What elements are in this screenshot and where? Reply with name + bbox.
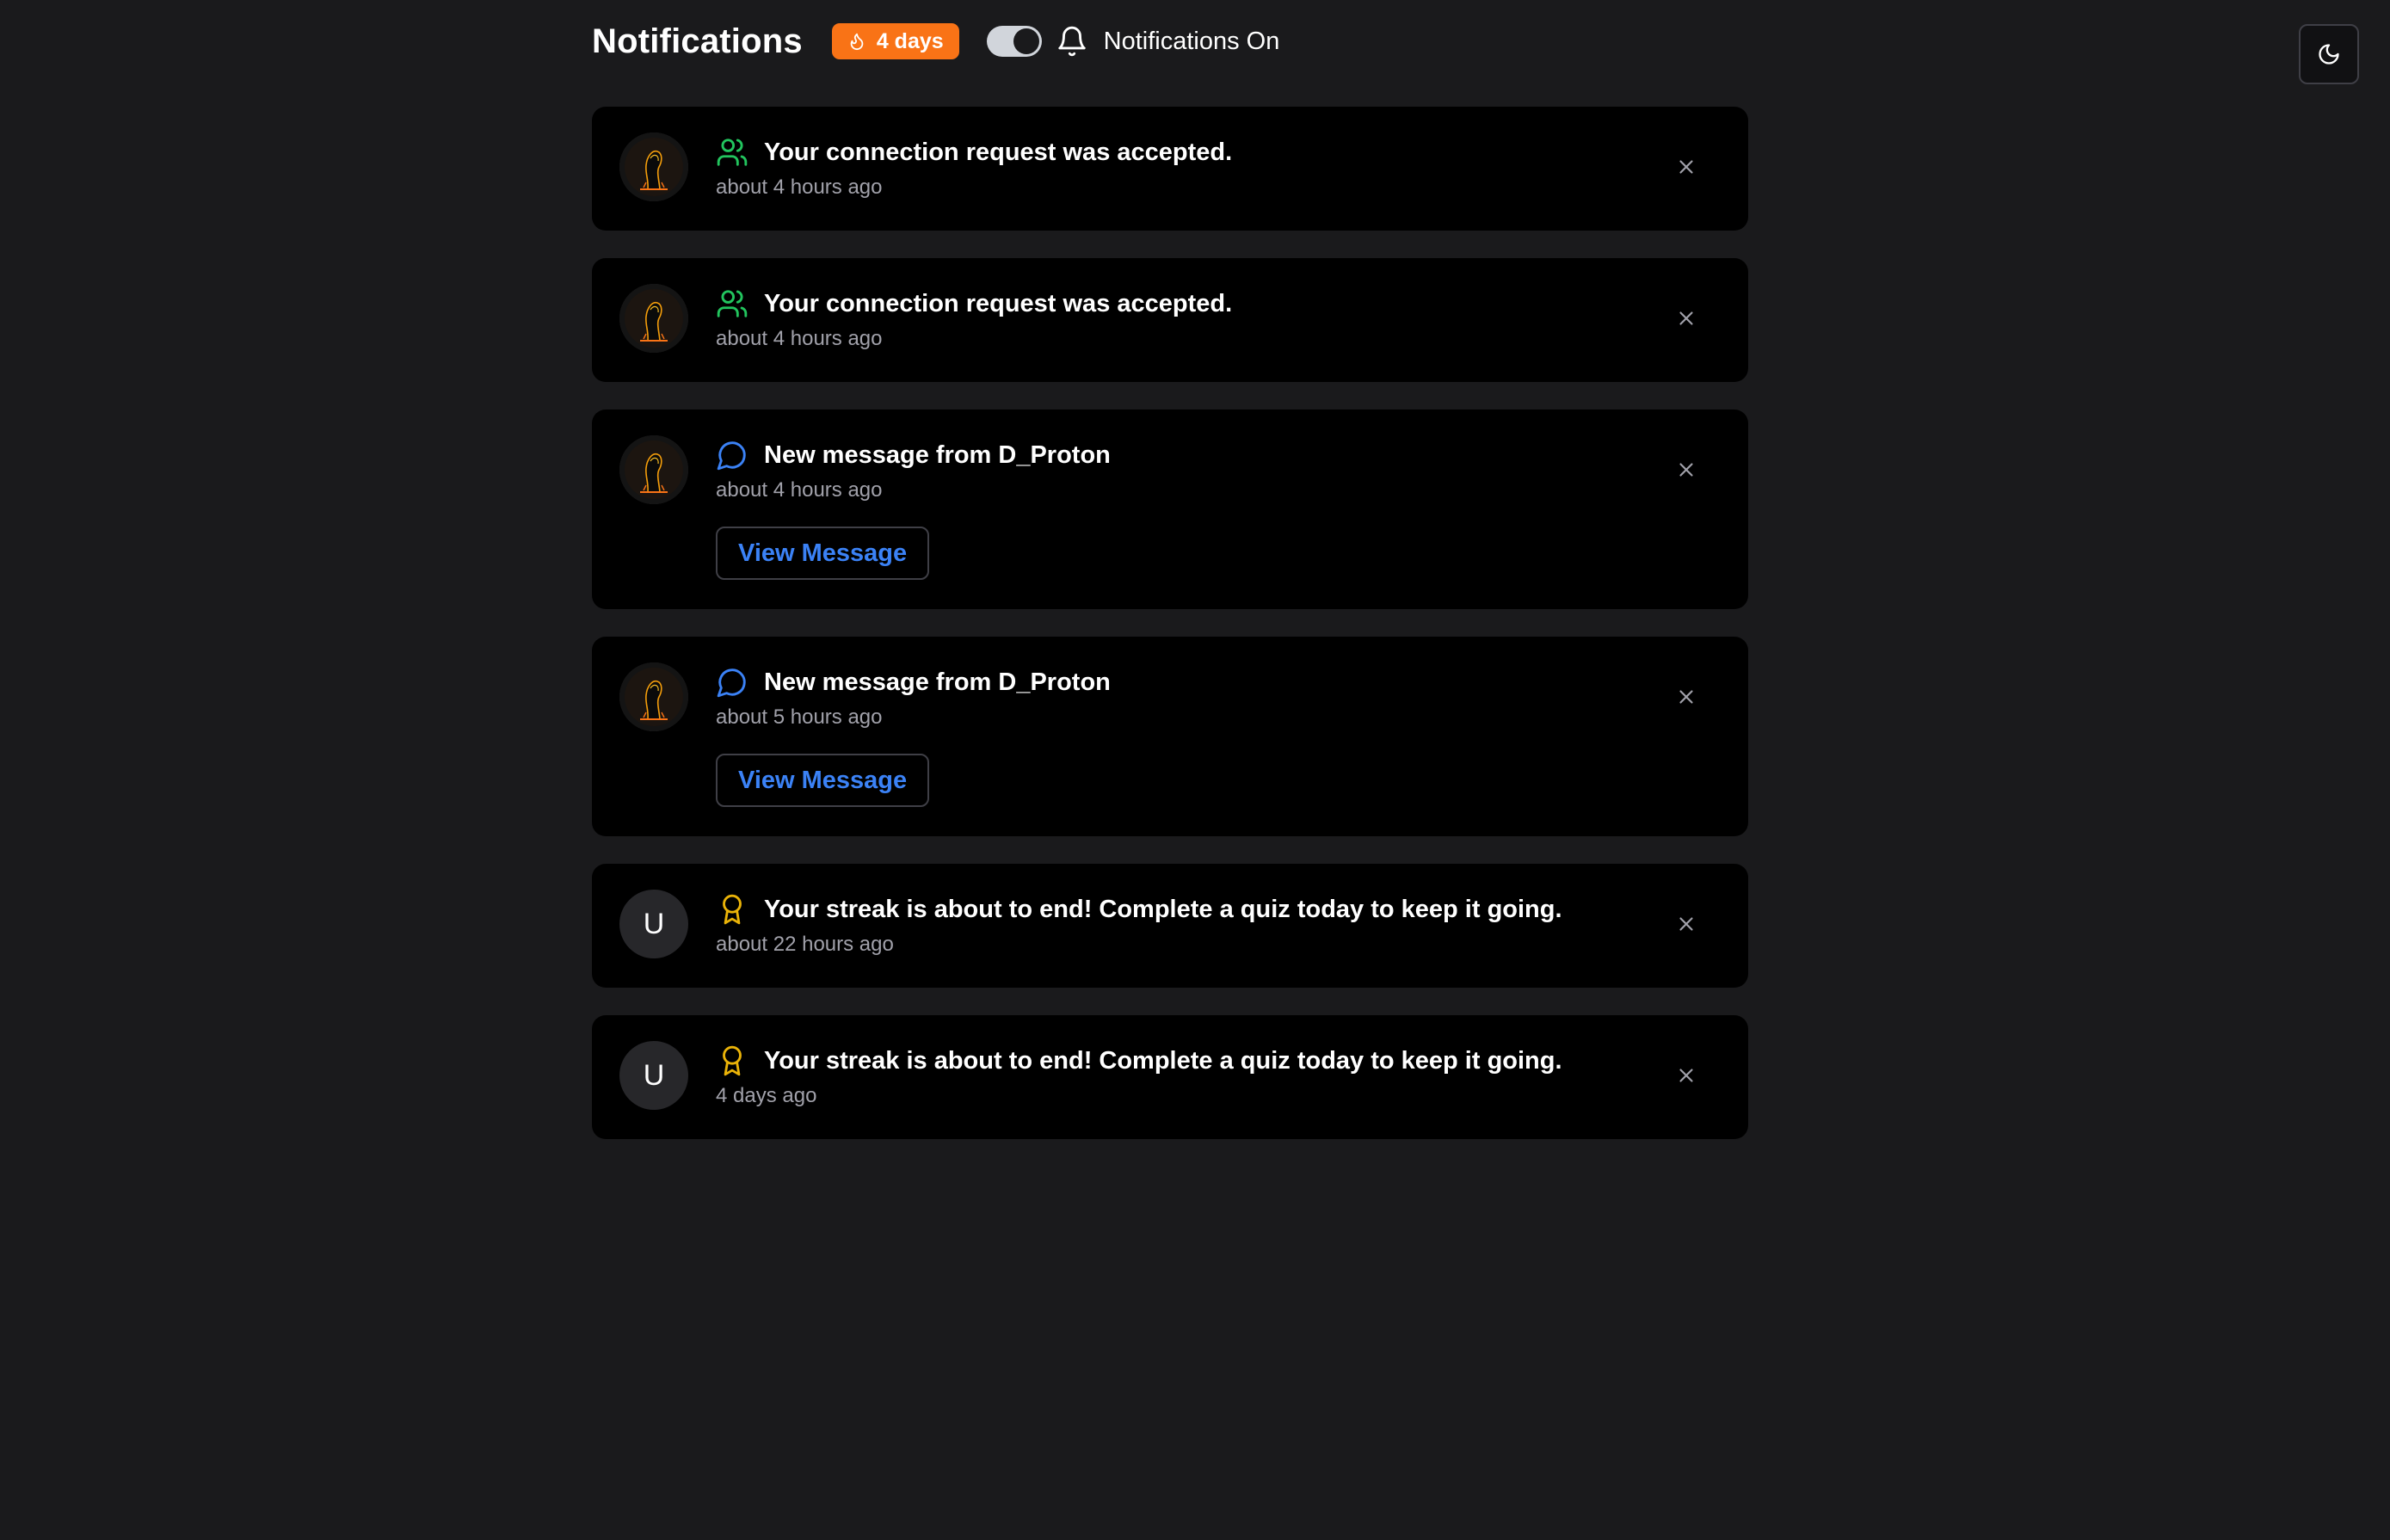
notification-card: New message from D_Proton about 5 hours … (592, 637, 1748, 836)
notification-time: about 5 hours ago (716, 705, 883, 729)
view-message-button[interactable]: View Message (716, 527, 930, 580)
streak-days: 4 days (876, 28, 944, 53)
notification-message: Your streak is about to end! Complete a … (764, 1046, 1562, 1075)
notification-message: Your connection request was accepted. (764, 289, 1233, 317)
notification-time: about 4 hours ago (716, 478, 883, 502)
notification-card: New message from D_Proton about 4 hours … (592, 410, 1748, 609)
users-icon (716, 136, 748, 169)
avatar (619, 284, 688, 353)
close-icon (1675, 686, 1697, 708)
dismiss-button[interactable] (1672, 1062, 1700, 1089)
notification-message: Your connection request was accepted. (764, 138, 1233, 166)
avatar-letter: U (643, 907, 665, 940)
header: Notifications 4 days Notifications On (592, 15, 1279, 67)
avatar (619, 662, 688, 731)
notification-body: Your streak is about to end! Complete a … (716, 1041, 1721, 1108)
notification-time: 4 days ago (716, 1084, 817, 1107)
award-icon (716, 893, 748, 926)
notification-message: New message from D_Proton (764, 440, 1111, 469)
notification-time: about 22 hours ago (716, 933, 894, 956)
view-message-button[interactable]: View Message (716, 754, 930, 807)
notifications-toggle[interactable] (986, 26, 1042, 57)
theme-toggle-button[interactable] (2299, 24, 2359, 84)
dismiss-button[interactable] (1672, 683, 1700, 711)
notification-card: U Your streak is about to end! Complete … (592, 1015, 1748, 1139)
notification-body: New message from D_Proton about 4 hours … (716, 435, 1721, 580)
close-icon (1675, 913, 1697, 935)
notification-body: Your connection request was accepted. ab… (716, 284, 1721, 351)
notification-card: Your connection request was accepted. ab… (592, 107, 1748, 231)
avatar (619, 132, 688, 201)
moon-icon (2319, 44, 2339, 65)
close-icon (1675, 459, 1697, 481)
award-icon (716, 1044, 748, 1077)
bell-icon (1056, 25, 1088, 58)
notification-list: Your connection request was accepted. ab… (592, 107, 1748, 1139)
dismiss-button[interactable] (1672, 305, 1700, 332)
streak-badge: 4 days (831, 23, 959, 59)
users-icon (716, 287, 748, 320)
notification-time: about 4 hours ago (716, 327, 883, 350)
notification-body: Your streak is about to end! Complete a … (716, 890, 1721, 957)
dismiss-button[interactable] (1672, 456, 1700, 484)
notification-message: New message from D_Proton (764, 668, 1111, 696)
flame-icon (850, 33, 864, 51)
toggle-knob (1013, 28, 1039, 54)
notification-card: U Your streak is about to end! Complete … (592, 864, 1748, 988)
notification-body: Your connection request was accepted. ab… (716, 132, 1721, 200)
notification-card: Your connection request was accepted. ab… (592, 258, 1748, 382)
close-icon (1675, 156, 1697, 178)
notification-time: about 4 hours ago (716, 176, 883, 199)
page-title: Notifications (592, 22, 803, 60)
avatar-letter: U (643, 1058, 665, 1092)
notification-message: Your streak is about to end! Complete a … (764, 895, 1562, 923)
avatar (619, 435, 688, 504)
dismiss-button[interactable] (1672, 153, 1700, 181)
avatar: U (619, 1041, 688, 1110)
toggle-label: Notifications On (1103, 27, 1280, 55)
notification-body: New message from D_Proton about 5 hours … (716, 662, 1721, 807)
close-icon (1675, 307, 1697, 330)
message-circle-icon (716, 439, 748, 471)
close-icon (1675, 1064, 1697, 1087)
dismiss-button[interactable] (1672, 910, 1700, 938)
notifications-page: Notifications 4 days Notifications On Yo… (0, 0, 2390, 1540)
avatar: U (619, 890, 688, 958)
message-circle-icon (716, 666, 748, 699)
